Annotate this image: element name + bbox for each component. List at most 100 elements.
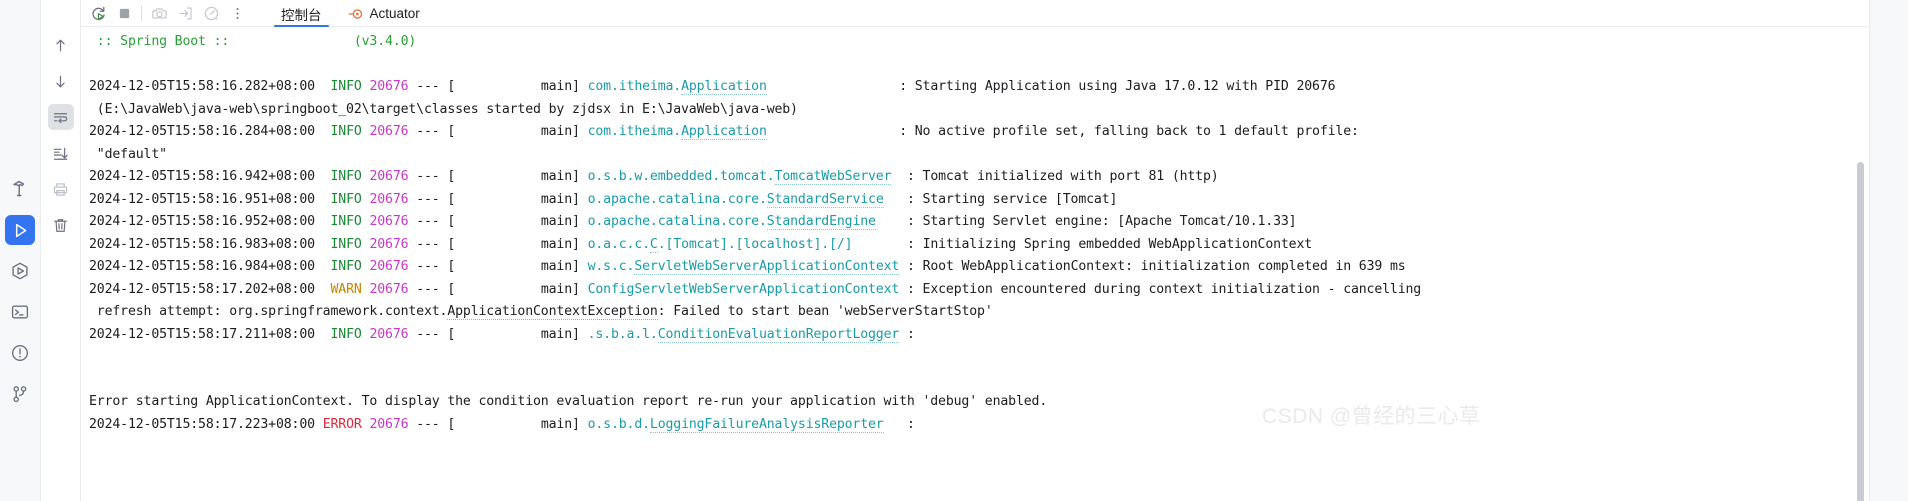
console-line: Error starting ApplicationContext. To di… (89, 391, 1907, 414)
sidebar-item-git[interactable] (5, 379, 35, 409)
right-tool-stripe (1869, 0, 1908, 501)
profiler-button[interactable] (198, 1, 224, 25)
console-segment: INFO (330, 214, 362, 229)
console-line: refresh attempt: org.springframework.con… (89, 301, 1907, 324)
console-segment: o.a.c.c. (587, 236, 650, 252)
console-segment: : No active profile set, falling back to… (766, 124, 1359, 139)
console-segment (315, 259, 331, 274)
console-link[interactable]: StandardService (766, 191, 884, 208)
console-line (89, 369, 1907, 392)
console-segment: "default" (89, 146, 167, 162)
console-segment: INFO (330, 326, 362, 342)
tab-actuator[interactable]: Actuator (335, 0, 433, 27)
console-segment: : (883, 416, 915, 432)
sidebar-item-terminal[interactable] (5, 297, 35, 327)
console-output-panel[interactable]: :: Spring Boot :: (v3.4.0) 2024-12-05T15… (81, 27, 1908, 501)
console-segment: --- [ main] (408, 326, 588, 342)
tab-console-label: 控制台 (281, 7, 322, 23)
console-link[interactable]: Application (681, 79, 767, 95)
console-segment: 20676 (369, 169, 409, 184)
arrow-down-icon (52, 73, 69, 90)
console-segment: .[Tomcat].[localhost].[/] (657, 236, 853, 252)
console-segment: :: Spring Boot :: (v3.4.0) (89, 34, 417, 49)
scrollbar-thumb[interactable] (1857, 162, 1864, 501)
debug-icon (10, 261, 30, 281)
console-segment: INFO (330, 124, 362, 139)
console-segment: o.apache.catalina.core. (587, 214, 767, 229)
console-segment: WARN (330, 281, 362, 297)
console-link[interactable]: Application (681, 124, 767, 140)
console-line: 2024-12-05T15:58:16.952+08:00 INFO 20676… (89, 211, 1907, 234)
console-segment (89, 349, 97, 364)
console-link[interactable]: ConditionEvaluationReportLogger (657, 326, 899, 343)
console-link[interactable]: LoggingFailureAnalysisReporter (649, 416, 884, 433)
console-segment: : (899, 326, 915, 342)
console-segment: 2024-12-05T15:58:16.983+08:00 (89, 236, 315, 252)
soft-wrap-button[interactable] (47, 104, 74, 130)
sidebar-item-debug[interactable] (5, 256, 35, 286)
console-segment: : Exception encountered during context i… (899, 281, 1422, 297)
terminal-icon (10, 302, 30, 322)
more-options-button[interactable] (224, 1, 250, 25)
console-line: 2024-12-05T15:58:16.951+08:00 INFO 20676… (89, 189, 1907, 212)
console-segment: --- [ main] (408, 259, 588, 274)
console-segment (315, 214, 331, 229)
console-segment: 20676 (369, 326, 409, 342)
console-line: 2024-12-05T15:58:17.202+08:00 WARN 20676… (89, 279, 1907, 302)
console-link[interactable]: TomcatWebServer (774, 169, 892, 185)
console-segment: : Initializing Spring embedded WebApplic… (852, 236, 1313, 252)
console-segment: 20676 (369, 124, 409, 139)
scroll-to-end-button[interactable] (48, 140, 74, 166)
console-segment: 2024-12-05T15:58:17.223+08:00 (89, 416, 315, 432)
vertical-dots-icon (229, 5, 246, 22)
console-segment: INFO (330, 236, 362, 252)
console-segment: com.itheima. (587, 124, 682, 139)
console-segment (315, 169, 331, 184)
trash-icon (52, 217, 69, 234)
problems-icon (10, 343, 30, 363)
console-vertical-scrollbar[interactable] (1853, 54, 1867, 501)
ide-run-console-window: 控制台 Actuator :: Spring Boot :: (v3.4.0) … (0, 0, 1908, 501)
print-button[interactable] (48, 176, 74, 202)
stop-button[interactable] (111, 1, 137, 25)
console-segment: --- [ main] (408, 169, 588, 184)
console-segment: 2024-12-05T15:58:16.952+08:00 (89, 214, 315, 229)
console-segment: 2024-12-05T15:58:16.951+08:00 (89, 191, 315, 207)
console-line: 2024-12-05T15:58:16.983+08:00 INFO 20676… (89, 234, 1907, 257)
console-segment (315, 124, 331, 139)
console-link[interactable]: ApplicationContextException (447, 304, 658, 320)
console-segment: 20676 (369, 79, 409, 94)
scroll-up-button[interactable] (48, 32, 74, 58)
sidebar-item-run[interactable] (5, 215, 35, 245)
console-segment: --- [ main] (408, 79, 588, 94)
console-segment (89, 372, 97, 387)
console-segment: 20676 (369, 259, 409, 274)
console-side-toolbar (41, 0, 81, 501)
console-segment: : Failed to start bean 'webServerStartSt… (657, 304, 993, 319)
console-segment: 2024-12-05T15:58:16.284+08:00 (89, 124, 315, 139)
sidebar-item-build[interactable] (5, 174, 35, 204)
console-line: :: Spring Boot :: (v3.4.0) (89, 31, 1907, 54)
console-link[interactable]: StandardEngine (766, 214, 876, 230)
console-segment: w.s.c. (587, 259, 635, 274)
tab-actuator-label: Actuator (369, 6, 420, 21)
tab-console[interactable]: 控制台 (268, 0, 335, 27)
sidebar-item-problems[interactable] (5, 338, 35, 368)
import-button[interactable] (172, 1, 198, 25)
scroll-down-button[interactable] (48, 68, 74, 94)
console-line: (E:\JavaWeb\java-web\springboot_02\targe… (89, 99, 1907, 122)
console-segment: : Root WebApplicationContext: initializa… (899, 259, 1406, 274)
rerun-button[interactable] (85, 1, 111, 25)
printer-icon (52, 181, 69, 198)
console-segment (315, 192, 331, 207)
clear-all-button[interactable] (48, 212, 74, 238)
console-segment: : Starting Application using Java 17.0.1… (766, 79, 1336, 94)
console-segment (315, 327, 331, 342)
console-link[interactable]: C (649, 236, 658, 253)
console-link[interactable]: ServletWebServerApplicationContext (634, 259, 899, 275)
console-segment: 2024-12-05T15:58:16.984+08:00 (89, 259, 315, 274)
console-segment: INFO (330, 191, 362, 207)
console-text[interactable]: :: Spring Boot :: (v3.4.0) 2024-12-05T15… (81, 27, 1907, 501)
snapshot-button[interactable] (146, 1, 172, 25)
console-segment: --- [ main] (408, 191, 588, 207)
